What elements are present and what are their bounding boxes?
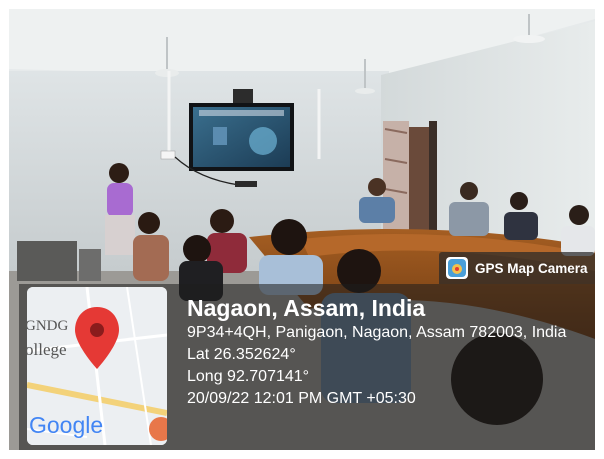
address: 9P34+4QH, Panigaon, Nagaon, Assam 782003… [187, 324, 567, 341]
photo-frame: GPS Map Camera GNDG ollege Google Nagaon… [9, 9, 595, 450]
map-thumbnail: GNDG ollege Google [27, 287, 167, 445]
gps-camera-badge: GPS Map Camera [439, 252, 595, 284]
location-panel: GNDG ollege Google Nagaon, Assam, India … [19, 284, 595, 450]
gps-map-camera-icon [446, 257, 468, 279]
place-name: Nagaon, Assam, India [187, 295, 426, 321]
map-label-bottom: ollege [27, 340, 67, 359]
longitude: Long 92.707141° [187, 368, 310, 385]
google-logo: Google [29, 412, 103, 438]
app-name: GPS Map Camera [475, 260, 588, 276]
timestamp: 20/09/22 12:01 PM GMT +05:30 [187, 390, 416, 407]
latitude: Lat 26.352624° [187, 346, 296, 363]
location-info: Nagaon, Assam, India 9P34+4QH, Panigaon,… [187, 294, 582, 410]
map-label-top: GNDG [27, 318, 68, 334]
